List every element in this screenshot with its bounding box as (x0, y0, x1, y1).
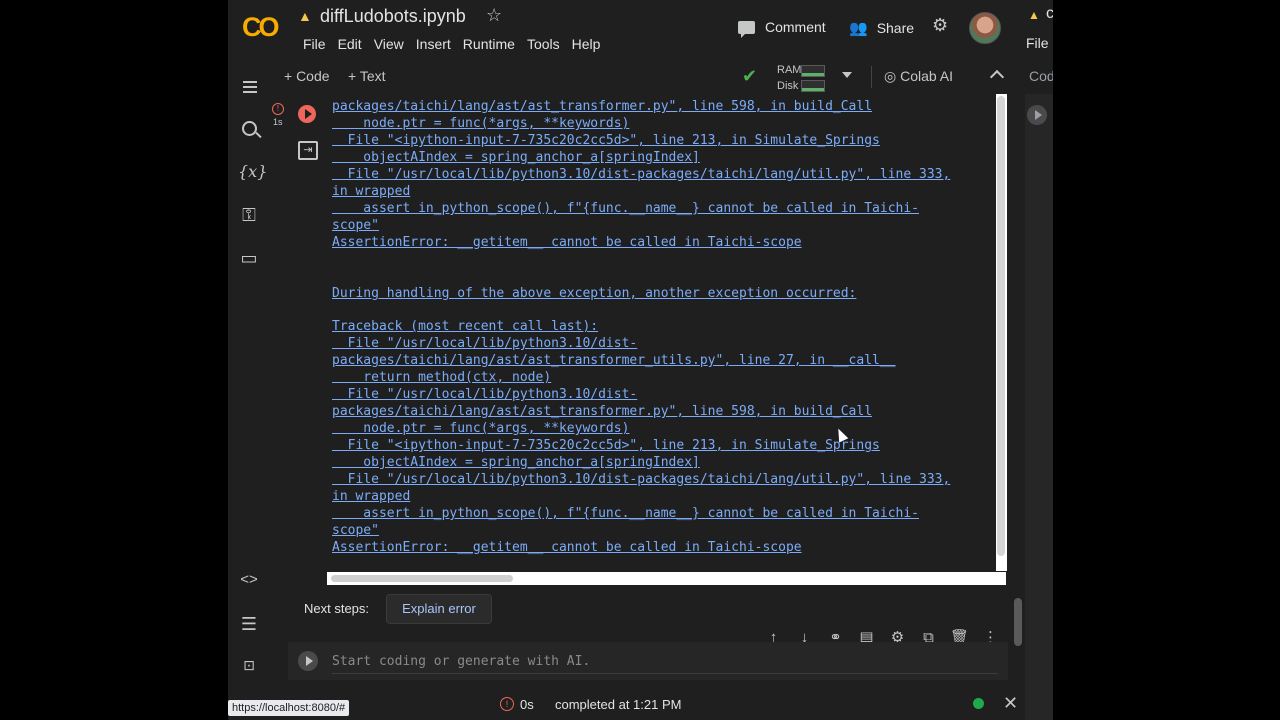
ram-label: RAM (777, 64, 802, 76)
output-line[interactable]: objectAIndex = spring_anchor_a[springInd… (332, 455, 700, 470)
output-line[interactable]: packages/taichi/lang/ast/ast_transformer… (332, 99, 872, 114)
drive-icon: ▲ (1028, 8, 1040, 22)
colab-ai-button[interactable]: ◎ Colab AI (884, 68, 953, 85)
explain-error-button[interactable]: Explain error (386, 594, 492, 624)
user-avatar[interactable] (969, 12, 1001, 44)
menu-view[interactable]: View (368, 36, 410, 52)
code-input[interactable] (332, 649, 998, 674)
ram-disk-indicator[interactable]: RAM Disk (777, 62, 801, 94)
output-line[interactable]: File "/usr/local/lib/python3.10/dist-pac… (332, 472, 951, 487)
share-button[interactable]: 👥 Share (849, 19, 914, 37)
error-status-icon: ! (272, 103, 284, 115)
comment-button[interactable]: Comment (738, 19, 826, 38)
menu-runtime[interactable]: Runtime (457, 36, 521, 52)
output-line[interactable]: scope" (332, 218, 379, 233)
command-palette-icon[interactable]: ☰ (238, 614, 260, 635)
output-line[interactable]: objectAIndex = spring_anchor_a[springInd… (332, 150, 700, 165)
search-icon[interactable] (238, 120, 260, 141)
colab-ai-label: Colab AI (900, 68, 954, 84)
cell-exec-time: 1s (273, 117, 283, 127)
output-line[interactable]: node.ptr = func(*args, **keywords) (332, 116, 629, 131)
collapse-chevron-icon[interactable] (989, 69, 1005, 85)
comment-icon (738, 20, 755, 38)
adjacent-window-peek: ▲ c File Cod (1025, 0, 1053, 720)
adjacent-toolbar-fragment: Cod (1029, 68, 1053, 84)
secrets-key-icon[interactable]: ⚿ (238, 205, 260, 226)
menu-edit[interactable]: Edit (332, 36, 368, 52)
add-text-button[interactable]: + Text (348, 68, 386, 84)
output-line[interactable]: File "<ipython-input-7-735c20c2cc5d>", l… (332, 438, 880, 453)
connected-check-icon: ✔ (742, 66, 758, 86)
files-folder-icon[interactable]: ▭ (238, 248, 260, 269)
status-message[interactable]: completed at 1:21 PM (555, 697, 681, 712)
runtime-dropdown-icon[interactable] (842, 72, 852, 78)
add-code-button[interactable]: + Code (284, 68, 330, 84)
menu-help[interactable]: Help (566, 36, 607, 52)
status-duration[interactable]: 0s (520, 697, 534, 712)
cell-output: packages/taichi/lang/ast/ast_transformer… (332, 94, 996, 571)
menu-file[interactable]: File (297, 36, 332, 52)
disk-usage-bar (801, 80, 825, 92)
output-line[interactable]: scope" (332, 523, 379, 538)
output-line[interactable]: File "/usr/local/lib/python3.10/dist- (332, 387, 638, 402)
output-line[interactable]: File "<ipython-input-7-735c20c2cc5d>", l… (332, 133, 880, 148)
drive-icon: ▲ (298, 8, 312, 24)
comment-label: Comment (765, 19, 826, 35)
settings-gear-icon[interactable]: ⚙ (932, 15, 948, 36)
output-line[interactable]: assert in_python_scope(), f"{func.__name… (332, 201, 919, 216)
output-line[interactable]: File "/usr/local/lib/python3.10/dist-pac… (332, 167, 951, 182)
adjacent-title-fragment: c (1046, 5, 1053, 22)
output-line[interactable]: packages/taichi/lang/ast/ast_transformer… (332, 404, 872, 419)
output-scrollbar-thumb[interactable] (997, 96, 1005, 556)
output-line[interactable]: File "/usr/local/lib/python3.10/dist- (332, 336, 638, 351)
adjacent-menu-fragment: File (1026, 35, 1049, 51)
colab-window: CO ▲ diffLudobots.ipynb ☆ File Edit View… (228, 0, 1025, 720)
horizontal-scrollbar-thumb[interactable] (331, 575, 513, 582)
connection-status-dot[interactable] (973, 698, 984, 709)
colab-logo[interactable]: CO (242, 12, 279, 43)
close-icon[interactable]: ✕ (1003, 693, 1018, 714)
menu-tools[interactable]: Tools (521, 36, 566, 52)
ram-usage-bar (801, 65, 825, 77)
output-line[interactable]: node.ptr = func(*args, **keywords) (332, 421, 629, 436)
notebook-title[interactable]: diffLudobots.ipynb (320, 6, 466, 27)
notebook-scrollbar[interactable] (1014, 598, 1022, 646)
code-snippets-icon[interactable]: <> (238, 571, 260, 588)
url-tooltip: https://localhost:8080/# (228, 700, 350, 716)
output-actions-icon[interactable]: ⇥ (298, 141, 318, 160)
colab-ai-icon: ◎ (884, 68, 901, 84)
output-line[interactable]: AssertionError: __getitem__ cannot be ca… (332, 540, 802, 555)
disk-label: Disk (777, 80, 799, 92)
star-icon[interactable]: ☆ (486, 5, 502, 26)
run-cell-button (1027, 105, 1047, 125)
variables-icon[interactable]: {x} (238, 162, 267, 181)
notebook-toolbar: + Code + Text ✔ RAM Disk ◎ Colab AI (228, 62, 1025, 92)
output-line[interactable]: return method(ctx, node) (332, 370, 551, 385)
output-line[interactable]: assert in_python_scope(), f"{func.__name… (332, 506, 919, 521)
share-label: Share (876, 20, 915, 36)
output-line[interactable]: AssertionError: __getitem__ cannot be ca… (332, 235, 802, 250)
next-steps-label: Next steps: (304, 601, 370, 616)
run-cell-button[interactable] (298, 651, 318, 671)
share-people-icon: 👥 (849, 20, 868, 37)
status-error-icon[interactable]: ! (500, 697, 514, 711)
output-line[interactable]: packages/taichi/lang/ast/ast_transformer… (332, 353, 896, 368)
terminal-icon[interactable]: ⊡ (238, 657, 260, 674)
menu-bar: File Edit View Insert Runtime Tools Help (297, 36, 606, 52)
output-line[interactable]: During handling of the above exception, … (332, 286, 856, 301)
output-line[interactable]: Traceback (most recent call last): (332, 319, 598, 334)
output-line[interactable]: in wrapped (332, 489, 410, 504)
empty-code-cell (288, 642, 1008, 680)
menu-insert[interactable]: Insert (410, 36, 457, 52)
run-cell-button[interactable] (298, 105, 316, 123)
output-horizontal-scrollbar[interactable] (327, 572, 1006, 585)
table-of-contents-icon[interactable] (238, 78, 260, 96)
output-line[interactable]: in wrapped (332, 184, 410, 199)
toolbar-divider (871, 66, 872, 88)
